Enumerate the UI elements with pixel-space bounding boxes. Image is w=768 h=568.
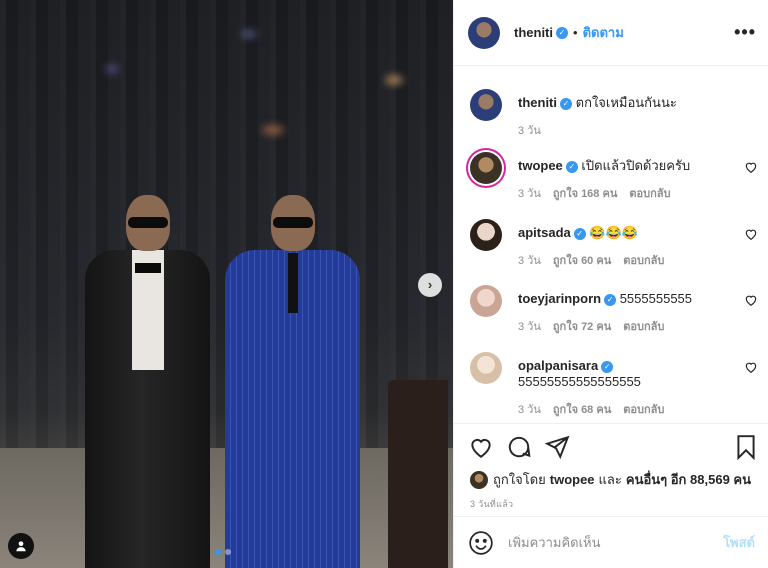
add-comment-input[interactable] — [508, 535, 724, 550]
heart-icon[interactable] — [468, 434, 494, 460]
likes-others-link[interactable]: คนอื่นๆ อีก 88,569 คน — [626, 469, 751, 490]
verified-icon: ✓ — [573, 228, 586, 240]
stage-light — [262, 125, 284, 135]
comment-likes[interactable]: ถูกใจ 72 คน — [553, 317, 611, 335]
verified-icon: ✓ — [604, 294, 617, 306]
liker-avatar[interactable] — [470, 470, 488, 489]
verified-icon: ✓ — [560, 98, 572, 110]
heart-icon[interactable] — [744, 360, 758, 374]
person-tuxedo — [85, 195, 210, 568]
follow-button[interactable]: ติดตาม — [583, 22, 624, 43]
caption-text: ตกใจเหมือนกันนะ — [575, 95, 677, 110]
carousel-dots — [215, 549, 231, 555]
stage-light — [241, 30, 257, 38]
comment-username[interactable]: opalpanisara — [518, 358, 598, 373]
commenter-avatar[interactable] — [470, 285, 502, 317]
carousel-dot-active — [215, 549, 221, 555]
chair — [388, 380, 448, 568]
instagram-post-modal: › theniti ✓ • ติดตาม ••• theniti✓ ตกใจเ — [0, 0, 768, 568]
more-options-icon[interactable]: ••• — [734, 22, 756, 43]
post-actions: ถูกใจโดย twopee และ คนอื่นๆ อีก 88,569 ค… — [454, 423, 768, 515]
comment-time[interactable]: 3 วัน — [518, 400, 541, 418]
likes-prefix: ถูกใจโดย — [493, 472, 546, 487]
comment-username[interactable]: toeyjarinporn — [518, 291, 601, 306]
post-side-panel: theniti ✓ • ติดตาม ••• theniti ✓ ตกใจเหมื… — [453, 0, 768, 568]
comment-likes[interactable]: ถูกใจ 168 คน — [553, 184, 617, 202]
author-avatar[interactable] — [468, 16, 500, 49]
bookmark-icon[interactable] — [733, 434, 759, 460]
person-blue-suit — [225, 195, 360, 568]
comment-likes[interactable]: ถูกใจ 60 คน — [553, 251, 611, 269]
caption-avatar[interactable] — [470, 89, 502, 121]
stage-light — [385, 75, 403, 85]
comment-text: 5555555555 — [619, 291, 693, 306]
comment-username[interactable]: apitsada — [518, 225, 571, 240]
verified-icon: ✓ — [601, 361, 614, 373]
carousel-dot — [225, 549, 231, 555]
heart-icon[interactable] — [744, 227, 758, 241]
comment-text: เปิดแล้วปิดด้วยครับ — [581, 158, 691, 173]
post-header: theniti ✓ • ติดตาม ••• — [454, 0, 768, 66]
liker-username[interactable]: twopee — [550, 472, 595, 487]
verified-icon: ✓ — [565, 161, 578, 173]
comment-time[interactable]: 3 วัน — [518, 251, 541, 269]
comments-list[interactable]: theniti ✓ ตกใจเหมือนกันนะ 3 วัน twopee ✓ เ… — [454, 67, 768, 423]
comment-item: twopee ✓ เปิดแล้วปิดด้วยครับ 3 วัน ถูกใจ … — [468, 152, 758, 202]
comment-username[interactable]: twopee — [518, 158, 563, 173]
likes-summary: ถูกใจโดย twopee และ คนอื่นๆ อีก 88,569 ค… — [470, 469, 755, 490]
reply-button[interactable]: ตอบกลับ — [623, 317, 664, 335]
comment-time[interactable]: 3 วัน — [518, 184, 541, 202]
stage-light — [105, 65, 119, 73]
reply-button[interactable]: ตอบกลับ — [629, 184, 670, 202]
caption-time[interactable]: 3 วัน — [518, 121, 541, 139]
chevron-right-icon: › — [427, 277, 433, 292]
verified-icon: ✓ — [556, 26, 568, 39]
caption-username[interactable]: theniti — [518, 95, 557, 110]
heart-icon[interactable] — [744, 293, 758, 307]
share-icon[interactable] — [544, 434, 570, 460]
reply-button[interactable]: ตอบกลับ — [623, 251, 664, 269]
post-timestamp[interactable]: 3 วันที่แล้ว — [470, 497, 513, 511]
commenter-avatar[interactable] — [470, 219, 502, 251]
post-photo[interactable]: › — [0, 0, 453, 568]
comment-item: toeyjarinporn ✓ 5555555555 3 วัน ถูกใจ 72… — [468, 285, 758, 335]
reply-button[interactable]: ตอบกลับ — [623, 400, 664, 418]
comment-likes[interactable]: ถูกใจ 68 คน — [553, 400, 611, 418]
user-tag-button[interactable] — [8, 533, 34, 559]
comment-item: opalpanisara ✓ 55555555555555555 3 วัน ถู… — [468, 352, 758, 422]
add-comment-bar: โพสต์ — [454, 516, 768, 568]
carousel-next-button[interactable]: › — [418, 273, 442, 297]
author-username[interactable]: theniti — [514, 25, 553, 40]
comment-time[interactable]: 3 วัน — [518, 317, 541, 335]
comment-text: 😂😂😂 — [589, 225, 638, 240]
emoji-icon[interactable] — [468, 530, 494, 556]
heart-icon[interactable] — [744, 160, 758, 174]
caption: theniti ✓ ตกใจเหมือนกันนะ 3 วัน — [468, 89, 758, 139]
comment-text: 55555555555555555 — [518, 374, 641, 389]
user-tag-icon — [16, 541, 26, 552]
commenter-avatar[interactable] — [470, 352, 502, 384]
comment-item: apitsada ✓ 😂😂😂 3 วัน ถูกใจ 60 คน ตอบกลับ — [468, 219, 758, 269]
comment-icon[interactable] — [506, 434, 532, 460]
separator-dot: • — [573, 25, 578, 40]
post-comment-button[interactable]: โพสต์ — [723, 532, 755, 553]
commenter-avatar[interactable] — [470, 152, 502, 184]
likes-and: และ — [598, 472, 622, 487]
